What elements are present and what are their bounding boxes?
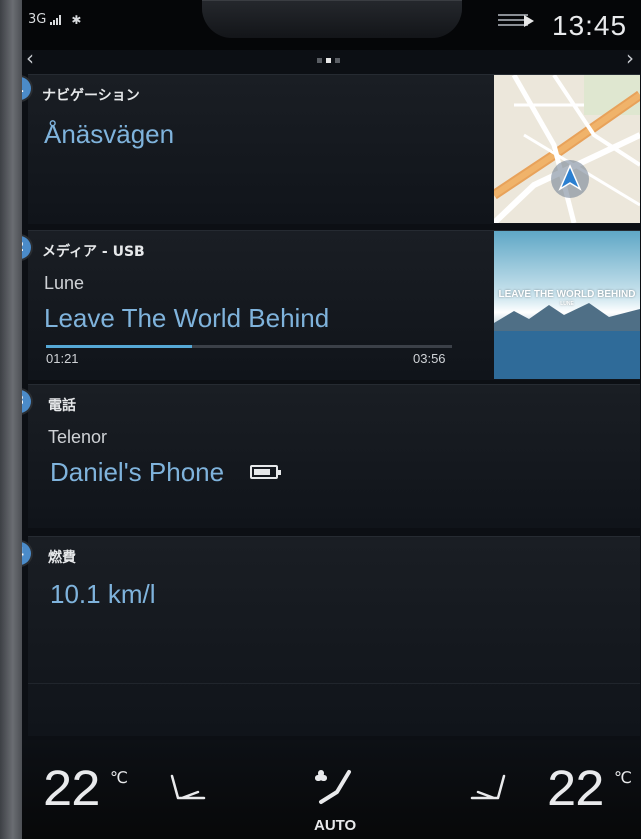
phone-device: Daniel's Phone	[50, 457, 225, 487]
phone-carrier: Telenor	[48, 427, 108, 447]
page-indicator	[317, 58, 340, 63]
media-title: メディア - USB	[42, 244, 145, 260]
page-dot	[335, 58, 340, 63]
right-seat-heat-icon[interactable]	[468, 772, 508, 808]
pull-down-tab[interactable]	[202, 0, 528, 38]
navigation-tile[interactable]: ナビゲーション Ånäsvägen	[28, 74, 640, 224]
phone-title: 電話	[48, 398, 76, 414]
elapsed-time: 01:21	[46, 351, 79, 366]
media-track: Leave The World Behind	[44, 303, 330, 333]
fan-auto-icon[interactable]	[311, 766, 355, 810]
center-display: 3G ✱ 13:45 ‹ › ナビゲーション Ånäsvägen メディア - …	[22, 0, 641, 839]
play-icon	[524, 15, 534, 27]
divider	[28, 683, 640, 684]
chevron-left-icon[interactable]: ‹	[26, 48, 34, 68]
status-bar: 3G ✱ 13:45	[22, 0, 641, 50]
left-temp-unit: ℃	[110, 768, 128, 787]
signal-indicator: 3G ✱	[28, 12, 81, 27]
right-temperature[interactable]: 22	[546, 762, 605, 821]
clock: 13:45	[552, 10, 628, 41]
album-artist: LUNE	[560, 301, 574, 307]
climate-bar: 22 ℃ AUTO 22 ℃	[22, 740, 641, 839]
left-seat-heat-icon[interactable]	[168, 772, 208, 808]
right-temp-unit: ℃	[614, 768, 632, 787]
map-image	[494, 75, 640, 223]
album-title: LEAVE THE WORLD BEHIND LUNE	[494, 289, 640, 307]
media-progress-bar[interactable]	[46, 345, 452, 348]
duration-time: 03:56	[413, 351, 446, 366]
navigation-destination: Ånäsvägen	[44, 119, 175, 149]
fuel-consumption: 10.1 km/l	[50, 579, 156, 609]
page-dot	[317, 58, 322, 63]
album-art[interactable]: LEAVE THE WORLD BEHIND LUNE	[494, 231, 640, 379]
page-dot-active	[326, 58, 331, 63]
phone-tile[interactable]: 電話 Telenor Daniel's Phone	[28, 384, 640, 528]
navigation-title: ナビゲーション	[42, 88, 140, 104]
chevron-right-icon[interactable]: ›	[626, 48, 634, 68]
bluetooth-icon: ✱	[71, 12, 82, 27]
battery-icon	[250, 465, 281, 479]
fan-mode-label: AUTO	[314, 817, 357, 834]
fuel-title: 燃費	[48, 550, 76, 566]
media-tile[interactable]: メディア - USB Lune Leave The World Behind 0…	[28, 230, 640, 380]
map-thumbnail[interactable]	[494, 75, 640, 223]
battery-level	[254, 469, 270, 475]
network-type: 3G	[28, 12, 47, 27]
media-progress-fill	[46, 345, 193, 348]
media-artist: Lune	[44, 273, 85, 293]
signal-bars-icon	[50, 14, 62, 25]
fuel-tile[interactable]: 燃費 10.1 km/l	[28, 536, 640, 736]
left-temperature[interactable]: 22	[42, 762, 101, 821]
